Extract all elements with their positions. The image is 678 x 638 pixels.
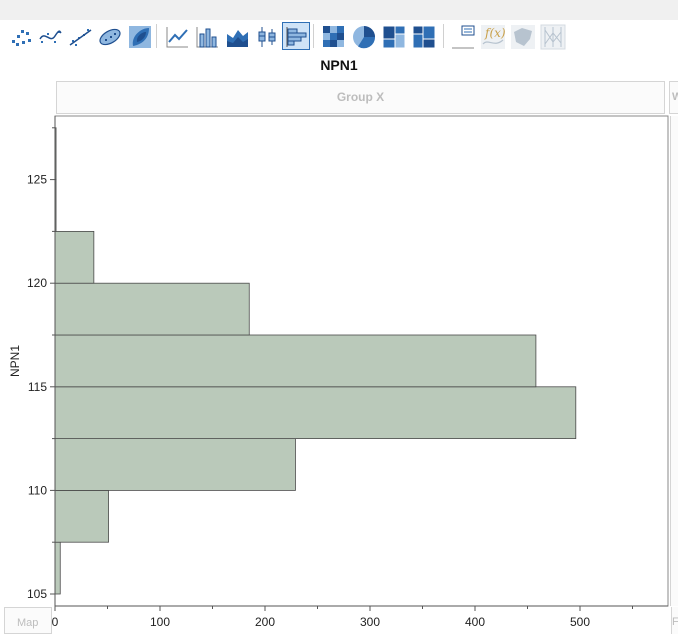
x-tick-label: 300: [360, 615, 380, 629]
histogram-bar: [54, 282, 250, 336]
x-tick-label: 400: [465, 615, 485, 629]
x-tick-label: 0: [52, 615, 59, 629]
histogram-bar: [54, 489, 109, 543]
histogram-chart: 105 110 115 120 125 0 100 200 300 400 500 NPN1: [8, 115, 669, 629]
x-tick-label: 200: [255, 615, 275, 629]
y-tick-label: 105: [27, 587, 47, 601]
y-tick-label: 120: [27, 276, 47, 290]
x-tick-label: 100: [150, 615, 170, 629]
histogram-bar: [54, 386, 577, 439]
histogram-bar: [54, 334, 537, 388]
y-tick-label: 115: [28, 380, 47, 394]
histogram-bar: [54, 230, 95, 284]
y-axis-label: NPN1: [8, 345, 22, 377]
histogram-bar: [54, 438, 296, 491]
y-tick-label: 125: [27, 173, 47, 187]
histogram-bar: [54, 541, 61, 595]
y-tick-label: 110: [28, 483, 47, 497]
x-tick-label: 500: [570, 615, 590, 629]
